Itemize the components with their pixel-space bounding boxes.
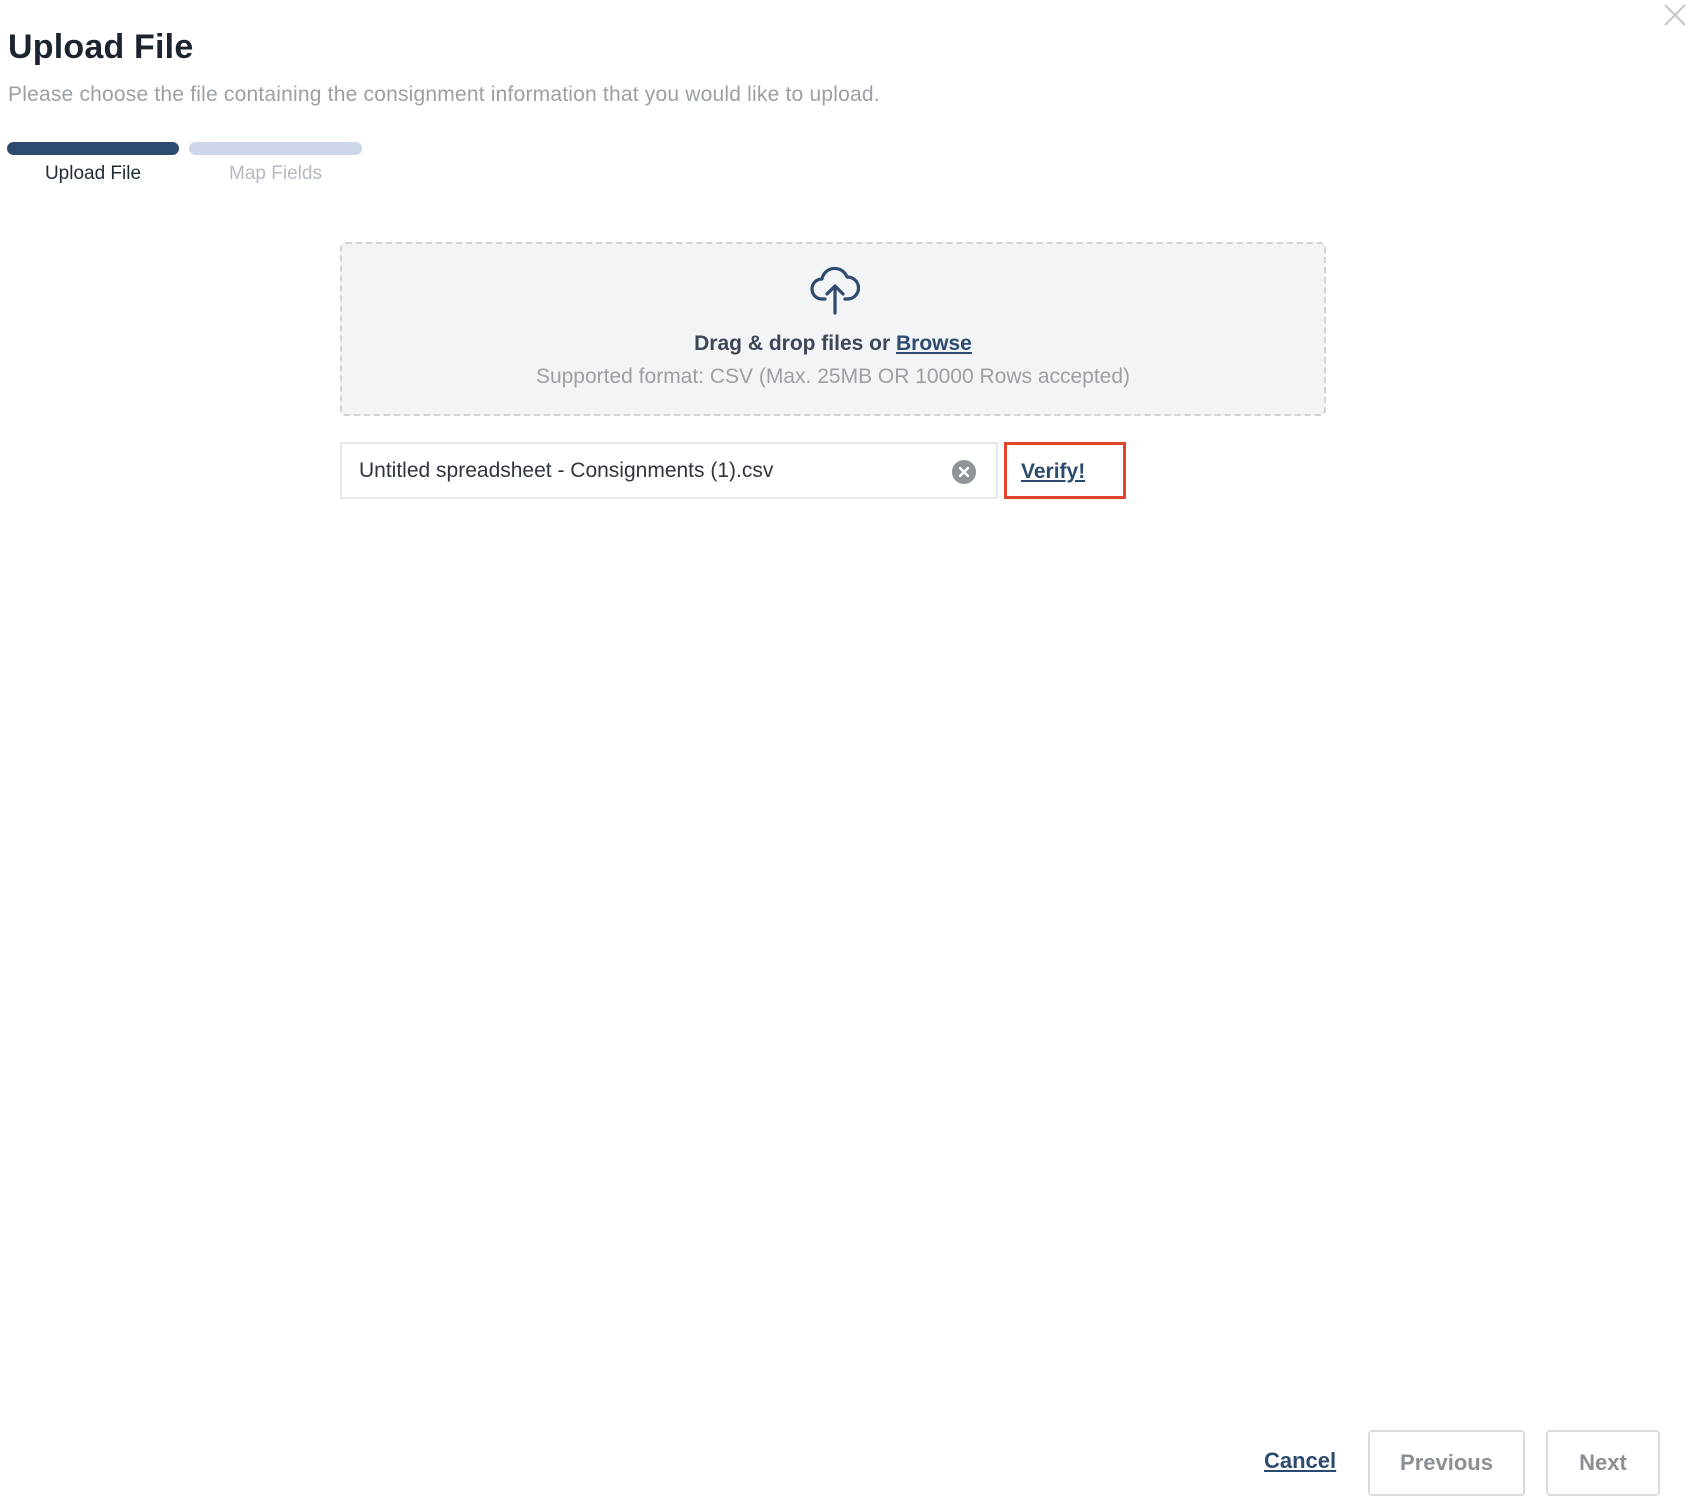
- next-button[interactable]: Next: [1546, 1430, 1660, 1496]
- cancel-link[interactable]: Cancel: [1264, 1448, 1336, 1474]
- dialog-subtitle: Please choose the file containing the co…: [8, 83, 880, 106]
- step-progress-upload-file: [7, 142, 179, 155]
- supported-format-text: Supported format: CSV (Max. 25MB OR 1000…: [535, 365, 1131, 388]
- verify-link[interactable]: Verify!: [1021, 460, 1085, 484]
- browse-link[interactable]: Browse: [896, 332, 972, 355]
- upload-file-dialog: Upload File Please choose the file conta…: [0, 0, 1688, 1506]
- file-name: Untitled spreadsheet - Consignments (1).…: [359, 459, 774, 482]
- step-label-upload-file: Upload File: [44, 163, 142, 184]
- dialog-title: Upload File: [8, 28, 194, 66]
- close-icon[interactable]: [1662, 2, 1688, 28]
- selected-file-field: Untitled spreadsheet - Consignments (1).…: [340, 442, 998, 499]
- step-label-map-fields: Map Fields: [229, 163, 322, 184]
- dropzone-prompt: Drag & drop files or Browse: [342, 332, 1324, 356]
- step-progress-map-fields: [189, 142, 362, 155]
- verify-highlight: Verify!: [1004, 442, 1126, 499]
- previous-button[interactable]: Previous: [1368, 1430, 1525, 1496]
- dropzone-prompt-text: Drag & drop files or: [694, 332, 896, 355]
- file-dropzone[interactable]: Drag & drop files or Browse Supported fo…: [340, 242, 1326, 416]
- cloud-upload-icon: [810, 265, 861, 317]
- clear-file-icon[interactable]: [951, 459, 977, 485]
